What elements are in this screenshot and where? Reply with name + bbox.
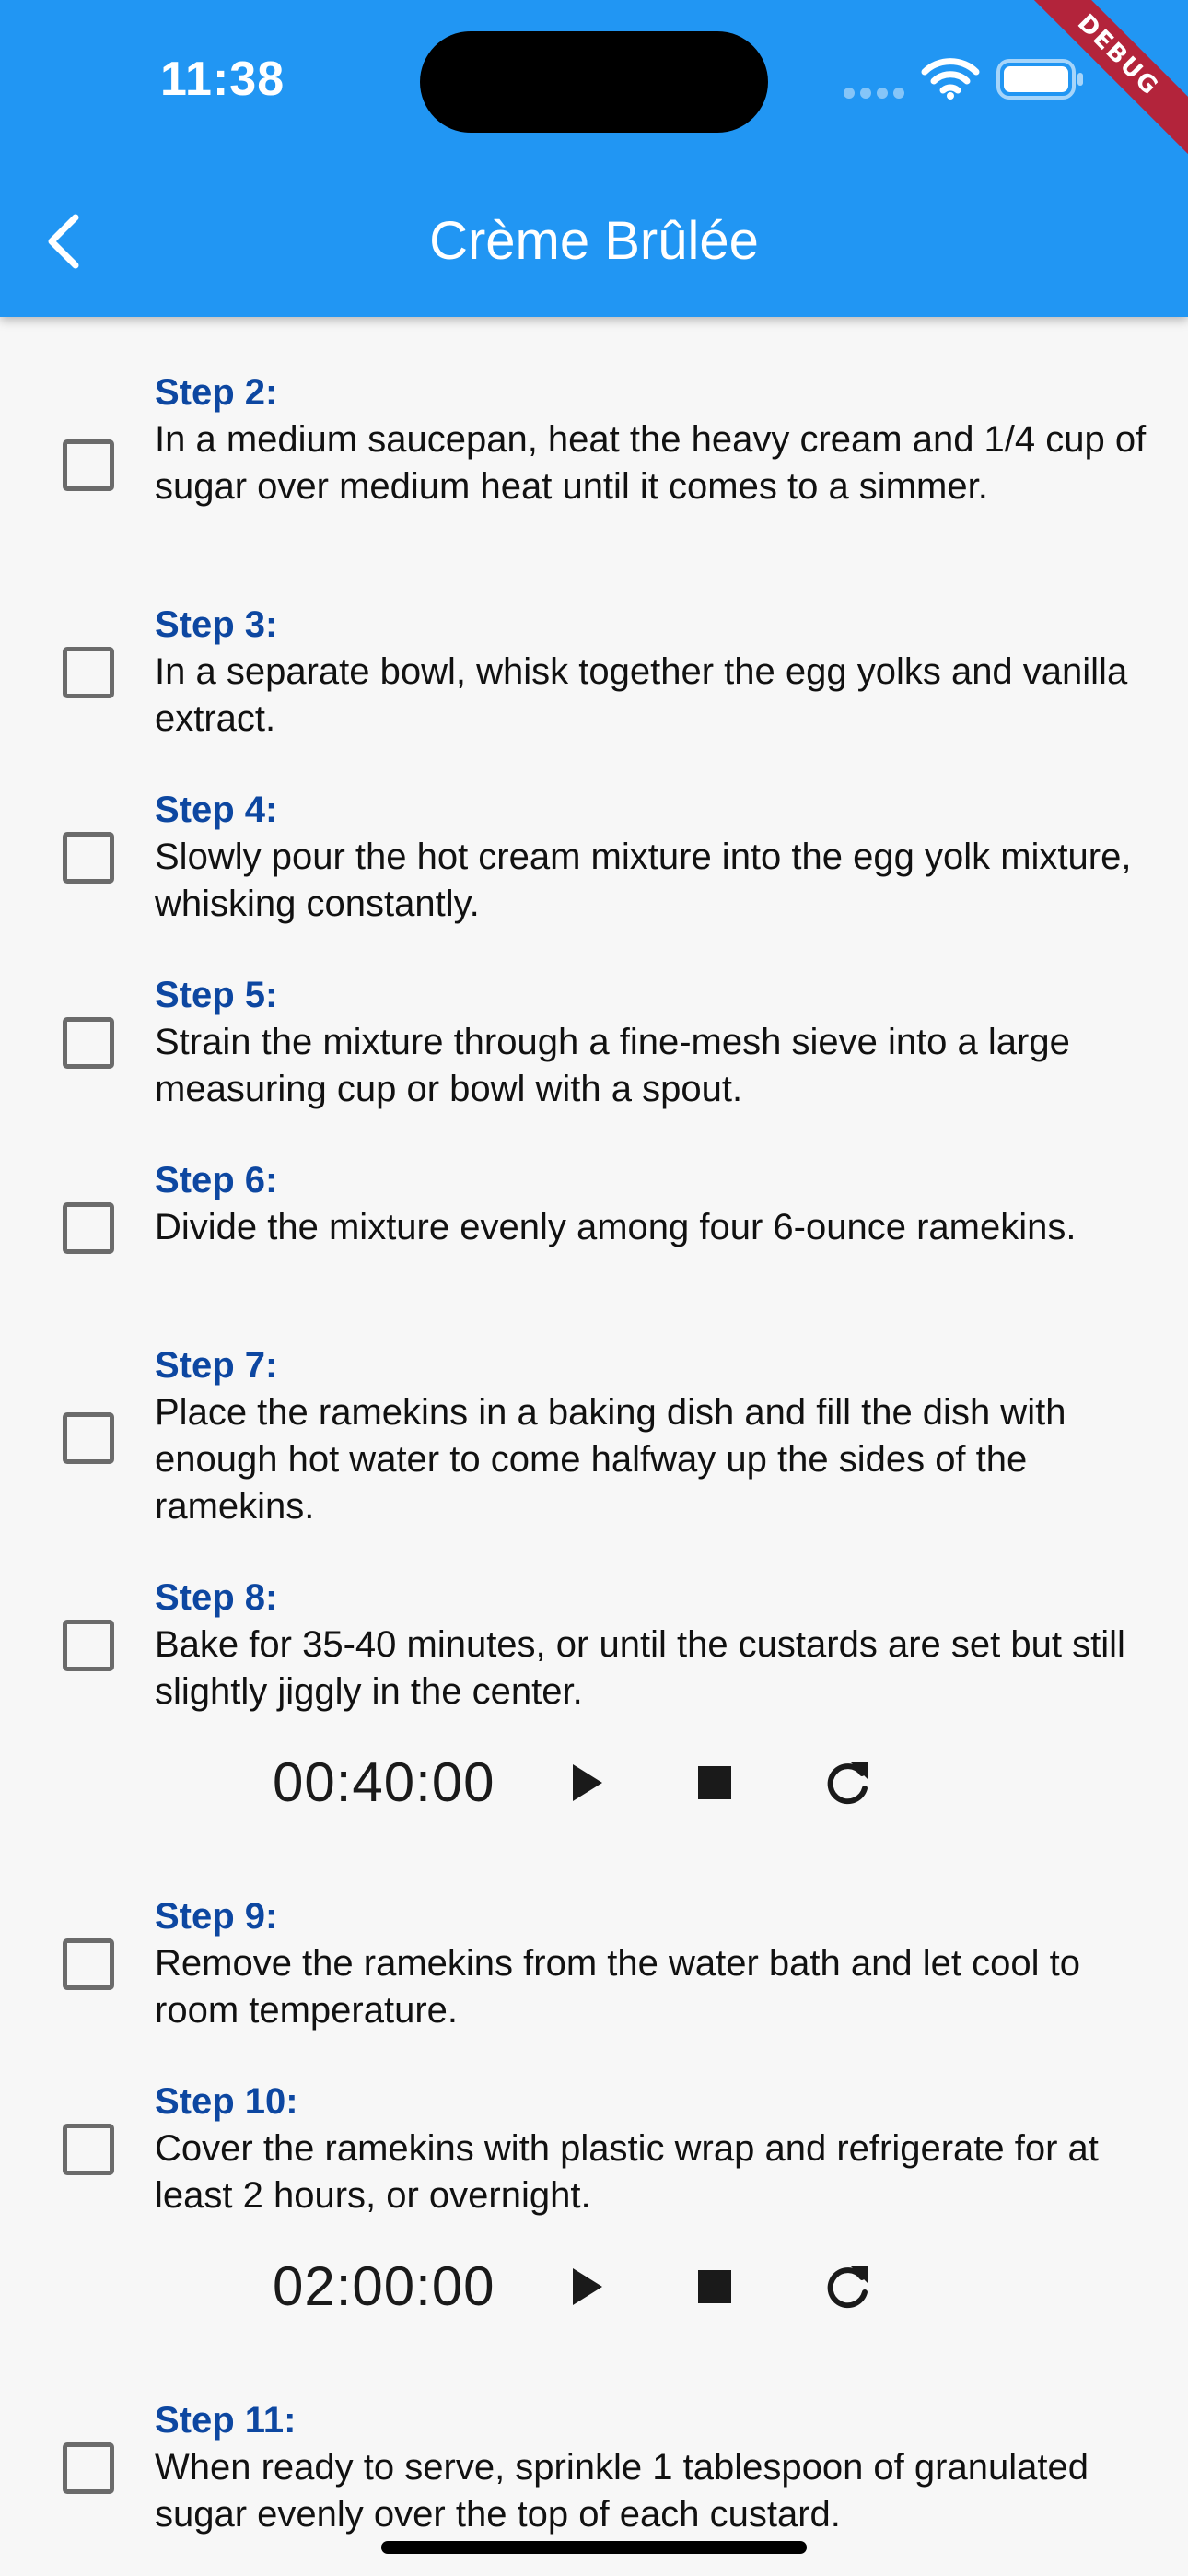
reset-button[interactable] (820, 1755, 875, 1810)
step-checkbox[interactable] (63, 647, 114, 698)
step-description: Remove the ramekins from the water bath … (155, 1943, 1080, 2031)
step-description: Bake for 35-40 minutes, or until the cus… (155, 1624, 1125, 1712)
step-title: Step 6: (155, 1160, 278, 1200)
step-content: Step 11: When ready to serve, sprinkle 1… (155, 2396, 1168, 2538)
step-title: Step 11: (155, 2400, 297, 2441)
step-timer: 02:00:00 (0, 2241, 1188, 2333)
step-title: Step 4: (155, 790, 278, 830)
step-checkbox[interactable] (63, 1938, 114, 1990)
home-indicator (381, 2541, 807, 2554)
step-description: When ready to serve, sprinkle 1 tablespo… (155, 2447, 1089, 2535)
step-checkbox[interactable] (63, 2442, 114, 2494)
refresh-icon (827, 1762, 868, 1805)
play-icon (573, 1764, 602, 1801)
step-title: Step 9: (155, 1896, 278, 1937)
step-checkbox[interactable] (63, 2124, 114, 2175)
step-content: Step 8: Bake for 35-40 minutes, or until… (155, 1574, 1168, 1715)
step-timer: 00:40:00 (0, 1737, 1188, 1829)
timer-display: 00:40:00 (273, 1751, 495, 1813)
timer-display: 02:00:00 (273, 2255, 495, 2317)
step-checkbox[interactable] (63, 1017, 114, 1069)
step-title: Step 5: (155, 975, 278, 1015)
step-content: Step 6: Divide the mixture evenly among … (155, 1156, 1168, 1251)
step-description: In a separate bowl, whisk together the e… (155, 651, 1128, 739)
step-checkbox[interactable] (63, 439, 114, 491)
step-description: Slowly pour the hot cream mixture into t… (155, 837, 1132, 924)
step-title: Step 2: (155, 372, 278, 413)
step-description: Cover the ramekins with plastic wrap and… (155, 2128, 1099, 2216)
wifi-icon (921, 58, 980, 100)
step-checkbox[interactable] (63, 832, 114, 884)
step-content: Step 7: Place the ramekins in a baking d… (155, 1341, 1168, 1530)
stop-icon (698, 2270, 731, 2303)
stop-icon (698, 1766, 731, 1799)
dynamic-island (420, 31, 768, 133)
status-time: 11:38 (160, 53, 285, 106)
debug-banner: DEBUG (1022, 0, 1188, 166)
step-checkbox[interactable] (63, 1620, 114, 1671)
stop-button[interactable] (687, 2259, 742, 2314)
page-title: Crème Brûlée (429, 211, 759, 271)
reset-button[interactable] (820, 2259, 875, 2314)
step-content: Step 9: Remove the ramekins from the wat… (155, 1892, 1168, 2034)
step-content: Step 5: Strain the mixture through a fin… (155, 971, 1168, 1113)
step-content: Step 10: Cover the ramekins with plastic… (155, 2078, 1168, 2219)
app-bar: 11:38 Crème Brûlée (0, 0, 1188, 317)
step-content: Step 2: In a medium saucepan, heat the h… (155, 369, 1168, 510)
step-checkbox[interactable] (63, 1412, 114, 1464)
step-description: In a medium saucepan, heat the heavy cre… (155, 419, 1147, 507)
play-icon (573, 2268, 602, 2305)
step-title: Step 8: (155, 1577, 278, 1618)
step-title: Step 7: (155, 1345, 278, 1386)
step-description: Place the ramekins in a baking dish and … (155, 1392, 1066, 1527)
cellular-signal-icon (844, 88, 904, 99)
step-content: Step 3: In a separate bowl, whisk togeth… (155, 601, 1168, 743)
step-title: Step 10: (155, 2081, 298, 2122)
step-description: Strain the mixture through a fine-mesh s… (155, 1022, 1070, 1109)
refresh-icon (827, 2266, 868, 2309)
play-button[interactable] (558, 2259, 613, 2314)
step-description: Divide the mixture evenly among four 6-o… (155, 1207, 1077, 1247)
step-checkbox[interactable] (63, 1202, 114, 1254)
recipe-steps-screen: 11:38 Crème Brûlée DEBUG Step 2: In a me… (0, 0, 1188, 2576)
stop-button[interactable] (687, 1755, 742, 1810)
debug-banner-label: DEBUG (1022, 0, 1188, 161)
step-content: Step 4: Slowly pour the hot cream mixtur… (155, 786, 1168, 928)
step-title: Step 3: (155, 604, 278, 645)
play-button[interactable] (558, 1755, 613, 1810)
